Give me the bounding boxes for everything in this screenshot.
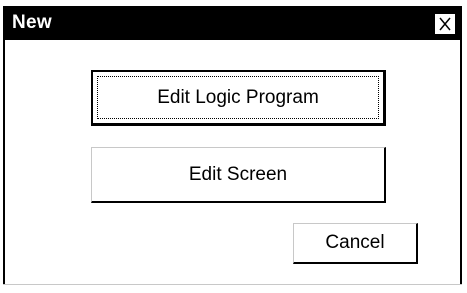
new-dialog: New Edit Logic Program Edit Screen Cance… xyxy=(3,6,462,284)
edit-screen-button[interactable]: Edit Screen xyxy=(91,147,386,203)
dialog-bottom-edge xyxy=(3,284,462,285)
close-button[interactable] xyxy=(434,13,456,35)
edit-screen-label: Edit Screen xyxy=(188,163,288,185)
cancel-button[interactable]: Cancel xyxy=(293,223,418,264)
title-bar: New xyxy=(5,8,460,40)
close-icon xyxy=(439,17,451,31)
dialog-title: New xyxy=(12,12,52,33)
edit-logic-program-button[interactable]: Edit Logic Program xyxy=(91,70,386,126)
cancel-label: Cancel xyxy=(325,232,385,253)
edit-logic-program-label: Edit Logic Program xyxy=(157,86,319,108)
